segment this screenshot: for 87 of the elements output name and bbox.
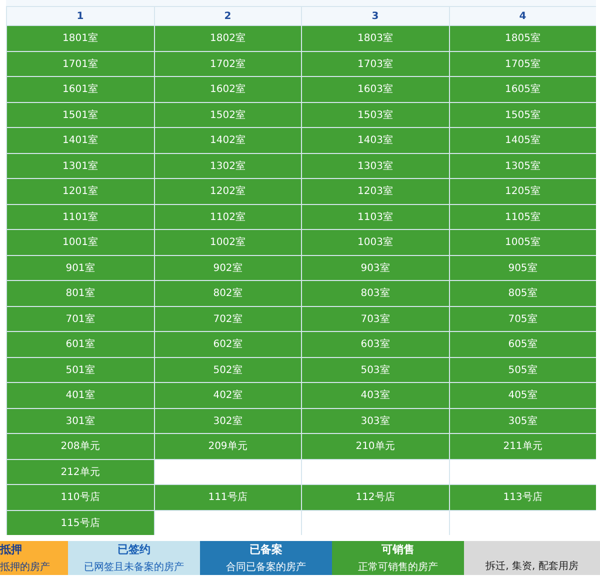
unit-cell[interactable]: 1603室 (302, 77, 448, 102)
unit-cell[interactable]: 403室 (302, 383, 448, 408)
unit-cell[interactable]: 701室 (7, 306, 154, 331)
legend-description: 合同已备案的房产 (226, 560, 306, 574)
unit-cell[interactable]: 605室 (450, 332, 596, 356)
unit-cell[interactable]: 111号店 (154, 485, 301, 510)
unit-cell[interactable]: 1405室 (450, 128, 596, 152)
unit-cell[interactable]: 210单元 (302, 434, 448, 458)
legend-description: 正常可销售的房产 (358, 560, 438, 574)
unit-cell[interactable]: 1701室 (7, 52, 154, 76)
unit-cell[interactable]: 802室 (154, 281, 301, 306)
legend-description: 已网签且未备案的房产 (84, 560, 184, 574)
unit-cell[interactable]: 1803室 (302, 26, 448, 50)
unit-cell[interactable]: 1705室 (450, 52, 596, 76)
unit-cell[interactable]: 302室 (154, 408, 301, 433)
unit-cell[interactable]: 803室 (302, 281, 448, 306)
unit-cell[interactable]: 603室 (302, 332, 448, 356)
unit-cell[interactable]: 1401室 (7, 128, 154, 152)
unit-cell[interactable]: 1802室 (154, 26, 301, 50)
unit-cell[interactable]: 110号店 (7, 485, 154, 510)
unit-cell[interactable]: 1402室 (154, 128, 301, 152)
unit-cell[interactable]: 801室 (7, 281, 154, 306)
unit-cell[interactable]: 301室 (7, 408, 154, 433)
unit-cell[interactable]: 1002室 (154, 230, 301, 254)
legend-title: 已备案 (250, 542, 282, 557)
unit-cell[interactable]: 501室 (7, 358, 154, 382)
column-header: 3 (302, 7, 448, 25)
unit-cell[interactable]: 1302室 (154, 154, 301, 178)
unit-cell[interactable]: 1503室 (302, 102, 448, 127)
unit-cell[interactable]: 1805室 (450, 26, 596, 50)
unit-cell[interactable]: 1605室 (450, 77, 596, 102)
legend-title: 已签约 (118, 542, 150, 557)
unit-cell[interactable]: 901室 (7, 256, 154, 280)
unit-cell[interactable]: 1201室 (7, 179, 154, 204)
unit-cell[interactable]: 1103室 (302, 204, 448, 229)
unit-cell[interactable]: 703室 (302, 306, 448, 331)
unit-cell[interactable]: 903室 (302, 256, 448, 280)
unit-cell[interactable]: 303室 (302, 408, 448, 433)
unit-cell[interactable]: 1602室 (154, 77, 301, 102)
unit-cell[interactable]: 805室 (450, 281, 596, 306)
unit-cell[interactable]: 208单元 (7, 434, 154, 458)
unit-cell[interactable]: 1005室 (450, 230, 596, 254)
unit-cell[interactable]: 702室 (154, 306, 301, 331)
column-header: 4 (450, 7, 596, 25)
unit-cell[interactable]: 1001室 (7, 230, 154, 254)
unit-cell[interactable]: 402室 (154, 383, 301, 408)
unit-cell[interactable]: 505室 (450, 358, 596, 382)
unit-cell[interactable]: 1703室 (302, 52, 448, 76)
unit-cell[interactable]: 1601室 (7, 77, 154, 102)
unit-cell[interactable]: 1505室 (450, 102, 596, 127)
unit-cell[interactable]: 113号店 (450, 485, 596, 510)
column-header: 1 (7, 7, 154, 25)
unit-cell[interactable]: 405室 (450, 383, 596, 408)
unit-cell[interactable]: 211单元 (450, 434, 596, 458)
unit-cell[interactable]: 1702室 (154, 52, 301, 76)
unit-cell[interactable]: 112号店 (302, 485, 448, 510)
legend-title: 可销售 (382, 542, 414, 557)
unit-cell[interactable]: 905室 (450, 256, 596, 280)
unit-cell[interactable]: 1501室 (7, 102, 154, 127)
unit-cell[interactable]: 1102室 (154, 204, 301, 229)
unit-cell[interactable]: 602室 (154, 332, 301, 356)
unit-cell[interactable]: 502室 (154, 358, 301, 382)
unit-cell[interactable]: 305室 (450, 408, 596, 433)
unit-cell[interactable]: 902室 (154, 256, 301, 280)
unit-cell[interactable]: 1101室 (7, 204, 154, 229)
unit-cell[interactable]: 1105室 (450, 204, 596, 229)
unit-cell[interactable]: 212单元 (7, 460, 154, 484)
column-header: 2 (154, 7, 301, 25)
unit-cell[interactable]: 209单元 (154, 434, 301, 458)
unit-cell[interactable]: 1801室 (7, 26, 154, 50)
unit-cell[interactable]: 1203室 (302, 179, 448, 204)
legend-description: 拆迁, 集资, 配套用房 (486, 560, 578, 572)
unit-cell[interactable]: 1305室 (450, 154, 596, 178)
legend-description: 抵押的房产 (0, 560, 50, 574)
unit-cell[interactable]: 1403室 (302, 128, 448, 152)
unit-cell[interactable]: 115号店 (7, 510, 154, 535)
unit-cell[interactable]: 503室 (302, 358, 448, 382)
unit-cell[interactable]: 1003室 (302, 230, 448, 254)
unit-cell[interactable]: 1303室 (302, 154, 448, 178)
unit-cell[interactable]: 1205室 (450, 179, 596, 204)
legend-title: 抵押 (0, 542, 22, 557)
unit-cell[interactable]: 601室 (7, 332, 154, 356)
unit-cell[interactable]: 705室 (450, 306, 596, 331)
unit-cell[interactable]: 1202室 (154, 179, 301, 204)
unit-cell[interactable]: 1502室 (154, 102, 301, 127)
unit-cell[interactable]: 401室 (7, 383, 154, 408)
unit-cell[interactable]: 1301室 (7, 154, 154, 178)
